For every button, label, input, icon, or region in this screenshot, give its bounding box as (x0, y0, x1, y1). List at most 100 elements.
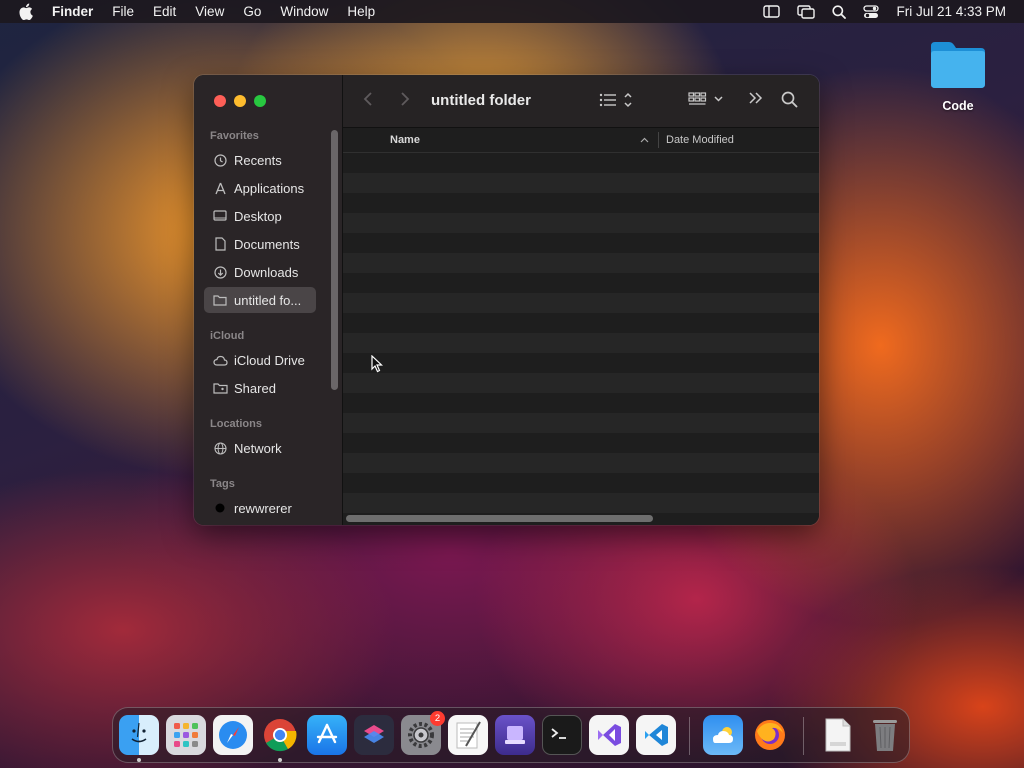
list-view-icon (599, 92, 632, 108)
sidebar-item-downloads[interactable]: Downloads (204, 259, 316, 285)
sidebar-item-documents[interactable]: Documents (204, 231, 316, 257)
menu-window[interactable]: Window (280, 4, 328, 19)
empty-row (343, 293, 819, 313)
column-date-modified-header[interactable]: Date Modified (666, 134, 734, 146)
dock-vscode-icon[interactable] (636, 715, 676, 755)
dock: 2 (112, 707, 910, 763)
empty-row (343, 253, 819, 273)
sidebar-icon[interactable] (763, 5, 781, 18)
forward-button[interactable] (400, 91, 410, 107)
dock-installer-icon[interactable] (495, 715, 535, 755)
dock-launchpad-icon[interactable] (166, 715, 206, 755)
minimize-button[interactable] (234, 95, 246, 107)
menubar-clock[interactable]: Fri Jul 21 4:33 PM (896, 4, 1006, 19)
more-toolbar-button[interactable] (748, 91, 764, 105)
empty-row (343, 493, 819, 513)
clock-icon (212, 152, 228, 168)
menu-go[interactable]: Go (243, 4, 261, 19)
empty-row (343, 393, 819, 413)
notification-badge: 2 (430, 711, 445, 726)
sidebar-item-label: Desktop (234, 208, 282, 224)
dock-terminal-icon[interactable] (542, 715, 582, 755)
menu-file[interactable]: File (112, 4, 134, 19)
dock-weather-icon[interactable] (703, 715, 743, 755)
apple-menu-icon[interactable] (18, 3, 34, 20)
mouse-pointer-icon (371, 354, 384, 378)
sidebar-item-untitled-folder[interactable]: untitled fo... (204, 287, 316, 313)
sort-ascending-icon (640, 134, 649, 146)
menu-help[interactable]: Help (347, 4, 375, 19)
control-center-icon[interactable] (863, 4, 880, 19)
dock-trash-icon[interactable] (865, 715, 905, 755)
dock-textedit-icon[interactable] (448, 715, 488, 755)
menu-bar: Finder File Edit View Go Window Help Fri… (0, 0, 1024, 23)
dock-safari-icon[interactable] (213, 715, 253, 755)
grid-icon (688, 92, 723, 105)
spotlight-search-icon[interactable] (832, 4, 847, 19)
dock-system-settings-icon[interactable]: 2 (401, 711, 445, 755)
sidebar-item-tag-rewwrerer[interactable]: rewwrerer (204, 495, 316, 521)
sidebar-item-label: iCloud Drive (234, 352, 305, 368)
finder-toolbar: untitled folder (343, 75, 819, 128)
window-controls (214, 95, 266, 107)
search-button[interactable] (781, 91, 798, 108)
sidebar-item-recents[interactable]: Recents (204, 147, 316, 173)
file-list[interactable] (343, 153, 819, 513)
document-icon (212, 236, 228, 252)
chevron-right-icon (401, 92, 410, 106)
dock-chrome-icon[interactable] (260, 715, 300, 755)
sidebar-item-label: Recents (234, 152, 282, 168)
sidebar-scrollbar[interactable] (331, 130, 338, 390)
back-button[interactable] (363, 91, 373, 107)
sidebar-item-desktop[interactable]: Desktop (204, 203, 316, 229)
empty-row (343, 313, 819, 333)
menu-view[interactable]: View (195, 4, 224, 19)
applications-icon (212, 180, 228, 196)
sidebar-section-icloud: iCloud (210, 330, 245, 342)
maximize-button[interactable] (254, 95, 266, 107)
group-by-button[interactable] (688, 91, 726, 107)
globe-icon (212, 440, 228, 456)
cloud-icon (212, 352, 228, 368)
shared-folder-icon (212, 380, 228, 396)
close-button[interactable] (214, 95, 226, 107)
finder-sidebar: Favorites Recents Applications Desktop D… (194, 75, 343, 525)
folder-icon (931, 42, 985, 88)
dock-firefox-icon[interactable] (750, 715, 790, 755)
chevron-double-right-icon (749, 92, 763, 104)
dock-shortcuts-icon[interactable] (354, 715, 394, 755)
empty-row (343, 273, 819, 293)
dock-app-store-icon[interactable] (307, 715, 347, 755)
empty-row (343, 373, 819, 393)
empty-row (343, 173, 819, 193)
dock-finder-icon[interactable] (119, 715, 159, 755)
search-icon (781, 91, 798, 108)
sidebar-item-shared[interactable]: Shared (204, 375, 316, 401)
sidebar-section-favorites: Favorites (210, 130, 259, 142)
empty-row (343, 413, 819, 433)
empty-row (343, 213, 819, 233)
desktop-folder-label: Code (942, 99, 974, 113)
sidebar-item-label: Applications (234, 180, 305, 196)
sidebar-item-label: rewwrerer (234, 500, 292, 516)
desktop-icon (212, 208, 228, 224)
empty-row (343, 353, 819, 373)
dock-visual-studio-icon[interactable] (589, 715, 629, 755)
sidebar-item-label: Downloads (234, 264, 299, 280)
empty-row (343, 453, 819, 473)
folder-icon (212, 292, 228, 308)
desktop-folder-code[interactable]: Code (924, 38, 992, 113)
dock-html-document-icon[interactable] (818, 715, 858, 755)
column-divider[interactable] (658, 132, 659, 148)
menu-edit[interactable]: Edit (153, 4, 176, 19)
sidebar-item-network[interactable]: Network (204, 435, 316, 461)
view-mode-button[interactable] (599, 91, 635, 109)
screen-mirroring-icon[interactable] (797, 4, 816, 19)
sidebar-item-icloud-drive[interactable]: iCloud Drive (204, 347, 316, 373)
column-name-header[interactable]: Name (390, 134, 420, 146)
sidebar-item-applications[interactable]: Applications (204, 175, 316, 201)
horizontal-scrollbar[interactable] (346, 515, 653, 522)
menu-app-finder[interactable]: Finder (52, 4, 93, 19)
running-indicator (278, 758, 282, 762)
sidebar-section-locations: Locations (210, 418, 262, 430)
